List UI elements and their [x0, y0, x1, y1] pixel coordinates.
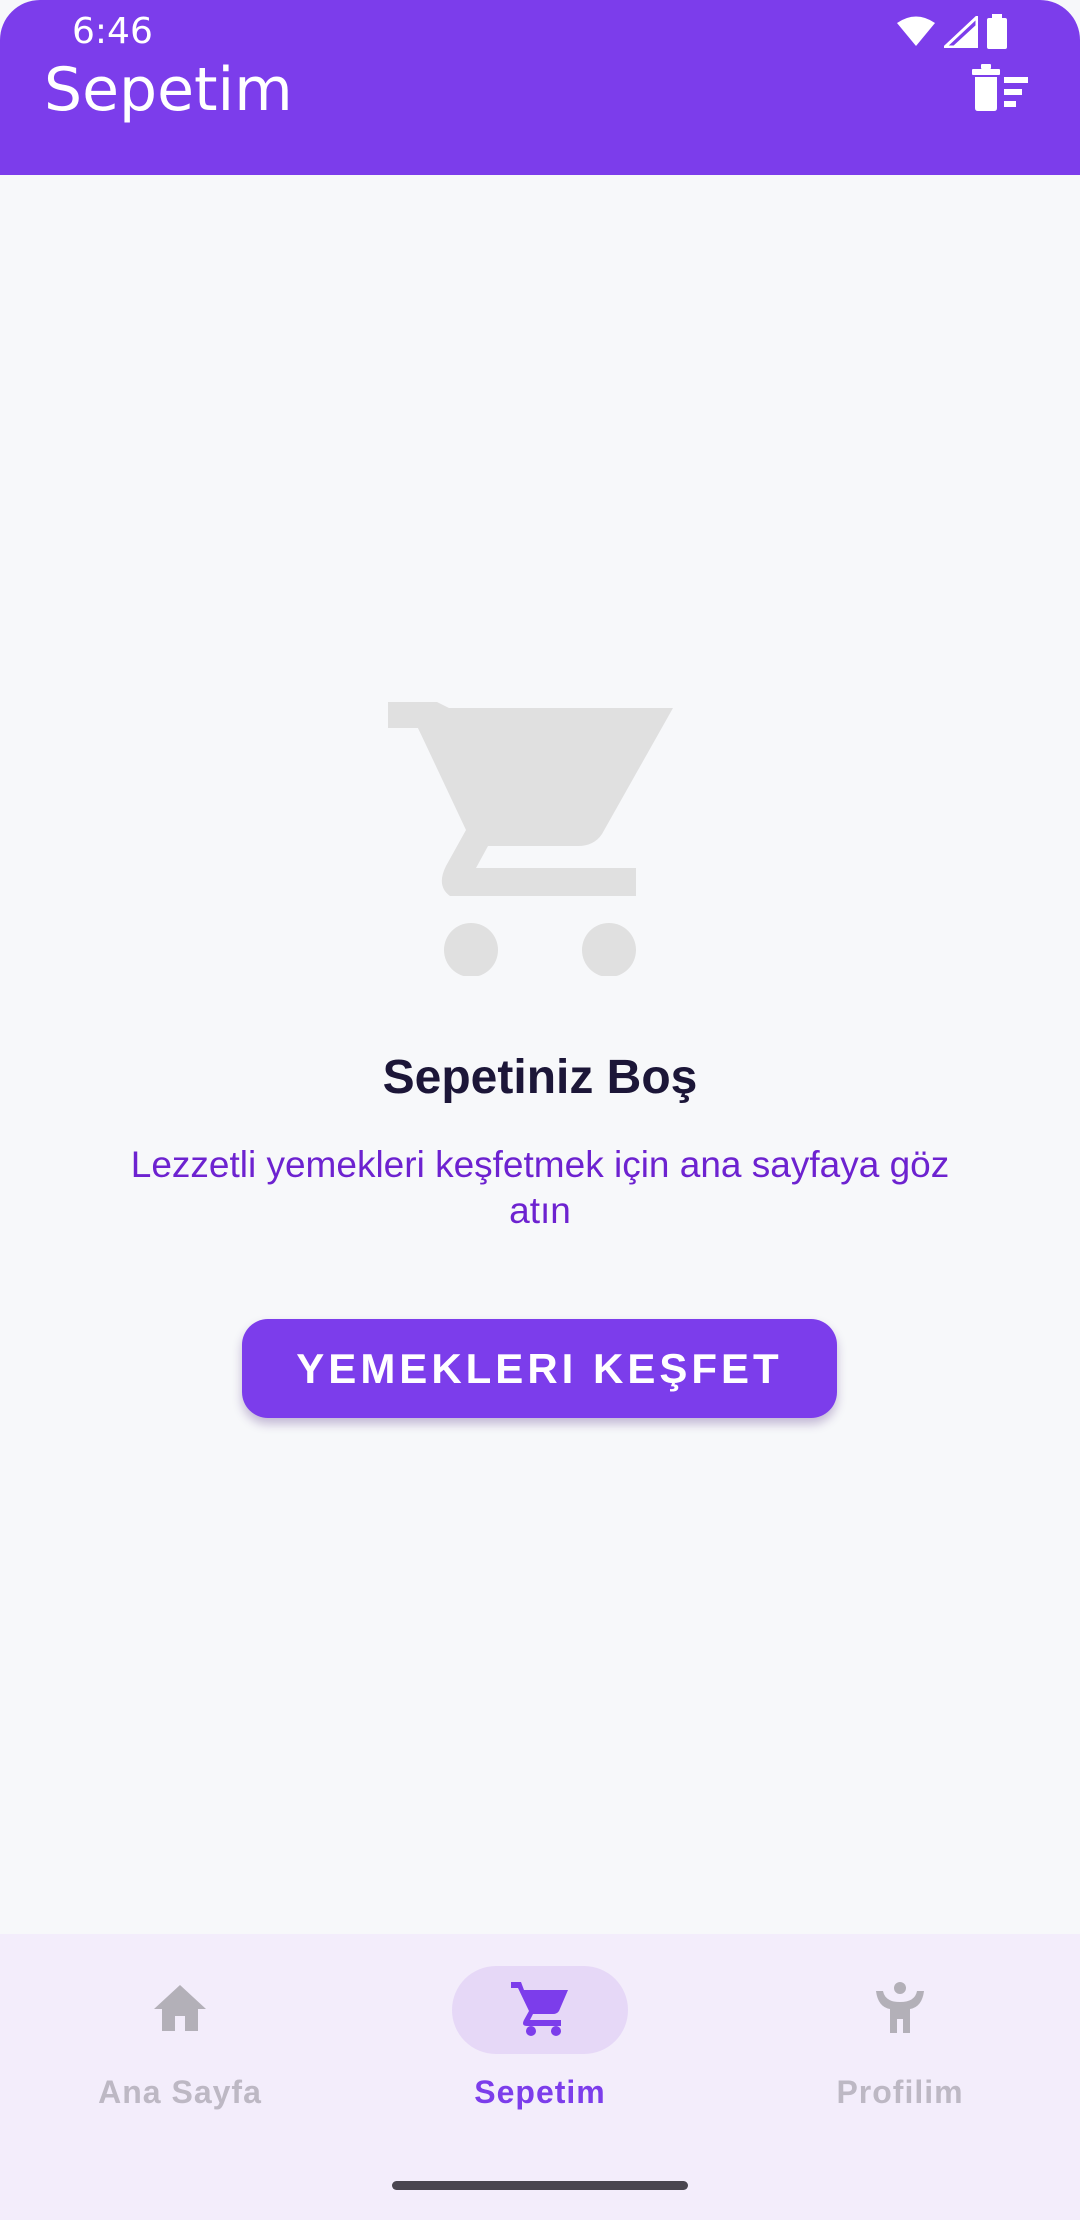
empty-cart-subtitle: Lezzetli yemekleri keşfetmek için ana sa…: [130, 1144, 950, 1231]
bottom-navigation: Ana Sayfa Sepetim Profilim: [0, 1934, 1080, 2220]
shopping-cart-icon: [388, 680, 673, 977]
gesture-navigation-bar[interactable]: [392, 2181, 688, 2190]
nav-profile-indicator: [812, 1966, 988, 2054]
nav-cart-indicator: [452, 1966, 628, 2054]
nav-label-cart: Sepetim: [474, 2074, 606, 2110]
clear-all-trash-icon: [972, 63, 1028, 117]
nav-label-home: Ana Sayfa: [98, 2074, 262, 2110]
wifi-icon: [896, 16, 936, 48]
nav-label-profile: Profilim: [836, 2074, 964, 2110]
explore-meals-button[interactable]: YEMEKLERI KEŞFET: [242, 1319, 837, 1418]
battery-icon: [986, 14, 1008, 50]
nav-item-profile[interactable]: Profilim: [750, 1966, 1050, 2116]
shopping-cart-icon: [511, 1980, 569, 2041]
nav-item-cart[interactable]: Sepetim: [390, 1966, 690, 2116]
empty-cart-title: Sepetiniz Boş: [382, 1051, 698, 1104]
person-icon: [874, 1981, 926, 2040]
nav-item-home[interactable]: Ana Sayfa: [30, 1966, 330, 2116]
signal-icon: [944, 16, 978, 48]
page-title: Sepetim: [44, 55, 293, 125]
home-icon: [152, 1983, 208, 2038]
clear-cart-button[interactable]: [960, 55, 1040, 125]
status-icons: [896, 14, 1008, 50]
top-app-bar: 6:46 Sepetim: [0, 0, 1080, 175]
nav-home-indicator: [92, 1966, 268, 2054]
status-time: 6:46: [72, 11, 153, 52]
